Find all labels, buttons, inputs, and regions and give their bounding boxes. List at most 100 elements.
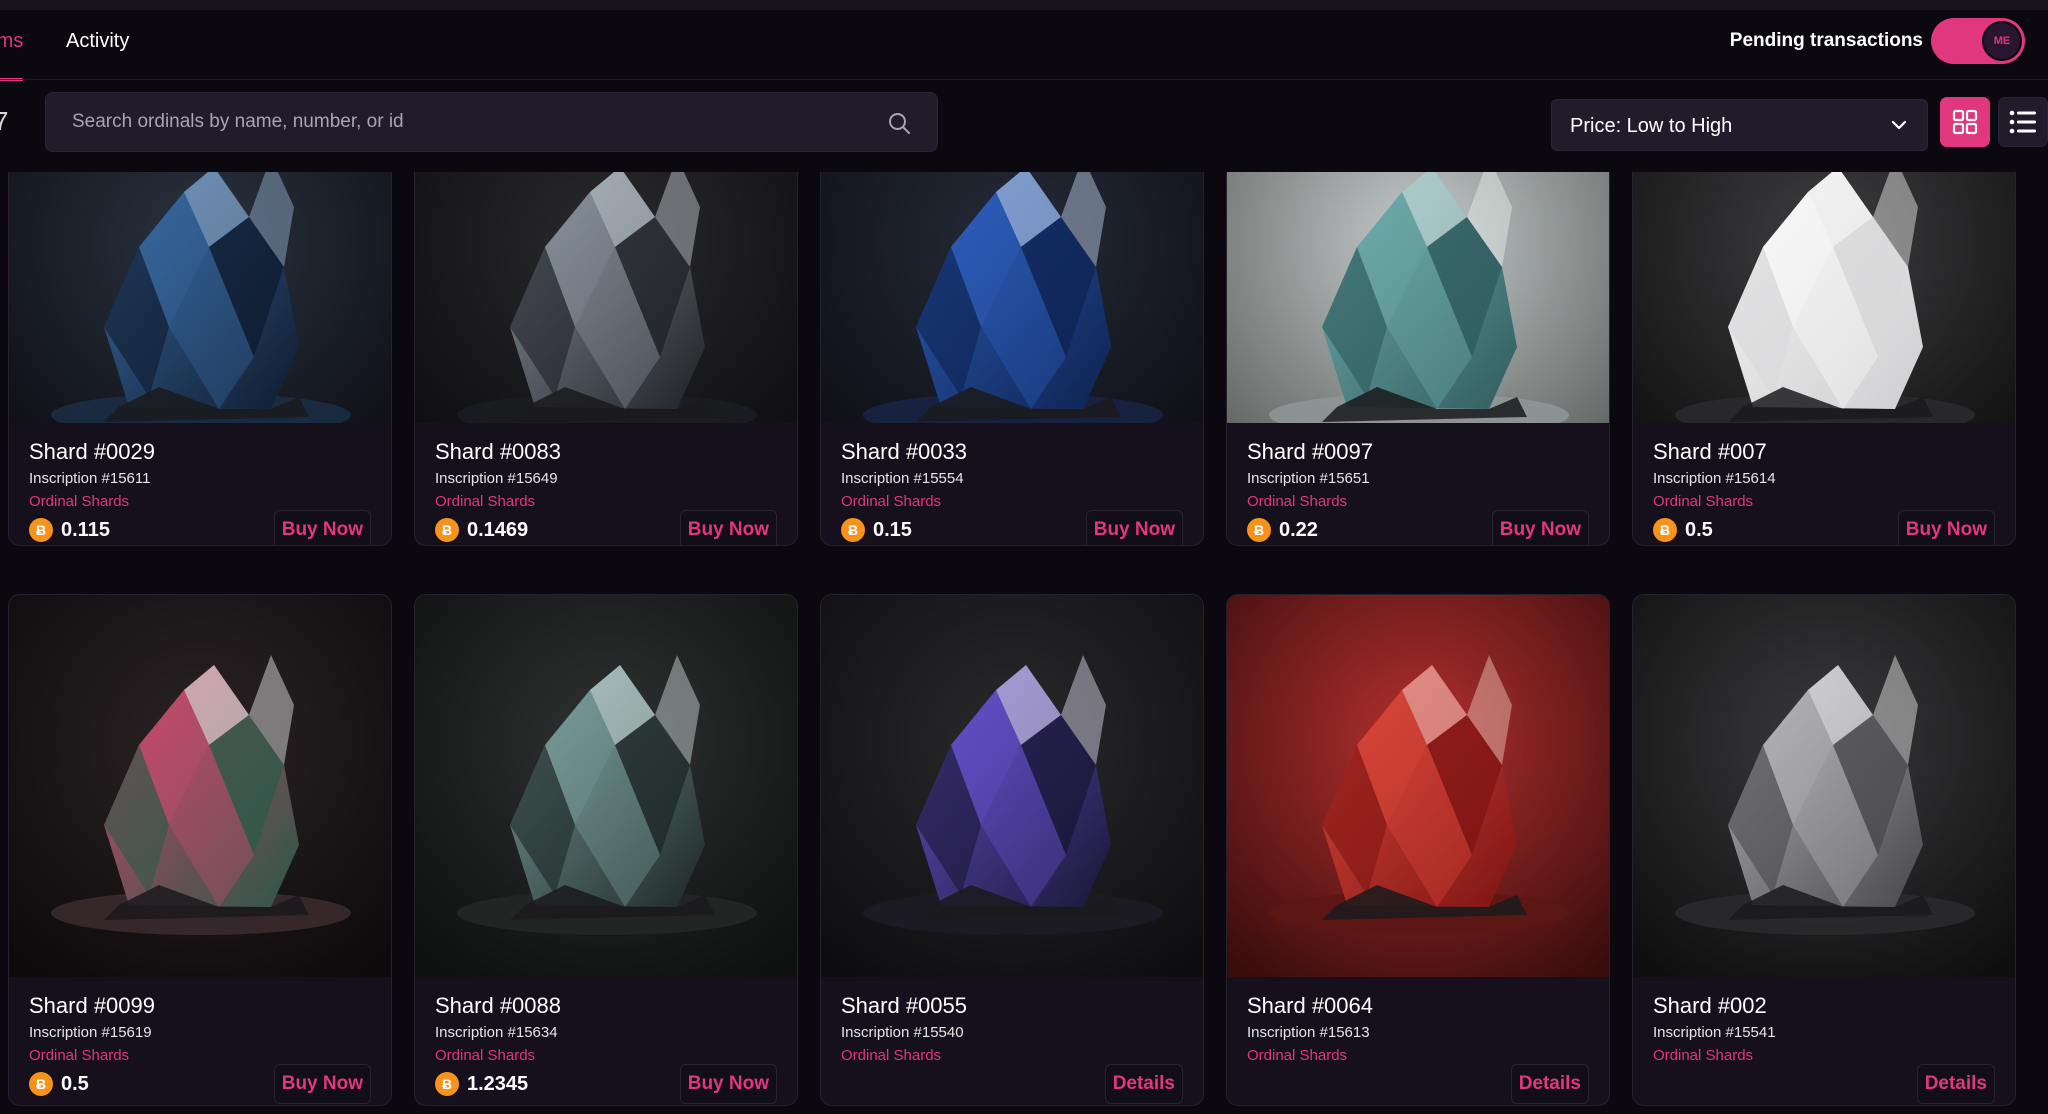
item-inscription: Inscription #15541 [1653,1024,1776,1041]
buy-now-button[interactable]: Buy Now [679,1064,777,1104]
item-title: Shard #0088 [435,993,561,1018]
item-collection-link[interactable]: Ordinal Shards [1653,1047,1995,1065]
item-collection-link[interactable]: Ordinal Shards [1653,493,1995,511]
item-info: Shard #0064 Inscription #15613 Ordinal Sha… [1247,993,1589,1065]
item-price: Ƀ 0.115 [29,518,110,542]
item-info: Shard #007 Inscription #15614 Ordinal Shar… [1653,439,1995,511]
item-title: Shard #0064 [1247,993,1373,1018]
item-footer: Ƀ 0.115 Buy Now [29,510,371,545]
item-inscription: Inscription #15651 [1247,470,1370,487]
item-card[interactable]: Shard #0033 Inscription #15554 Ordinal Sha… [820,172,1204,546]
item-footer: Ƀ 0.1469 Buy Now [435,510,777,545]
item-price: Ƀ 0.1469 [435,518,528,542]
list-view-button[interactable] [1998,97,2048,147]
bitcoin-icon: Ƀ [1247,518,1271,542]
item-inscription: Inscription #15619 [29,1024,152,1041]
magic-eden-logo-icon: ME [1982,21,2022,61]
tab-activity[interactable]: Activity [66,10,129,80]
tabs-divider [0,79,2048,80]
item-image[interactable] [415,595,797,977]
item-collection-link[interactable]: Ordinal Shards [841,493,1183,511]
item-collection-link[interactable]: Ordinal Shards [1247,1047,1589,1065]
sort-select[interactable]: Price: Low to High [1551,99,1928,151]
buy-now-button[interactable]: Buy Now [679,510,777,545]
tab-items[interactable]: tems [0,10,24,81]
item-title: Shard #0099 [29,993,155,1018]
item-image[interactable] [1227,595,1609,977]
filter-count-partial[interactable]: 7 [0,92,16,152]
item-grid: Shard #0029 Inscription #15611 Ordinal Sha… [0,172,2048,1114]
search-bar [45,92,938,152]
item-title: Shard #0083 [435,439,561,464]
search-icon[interactable] [887,111,911,135]
chevron-down-icon [1891,120,1907,130]
item-card[interactable]: Shard #0029 Inscription #15611 Ordinal Sha… [8,172,392,546]
item-title: Shard #0033 [841,439,967,464]
item-collection-link[interactable]: Ordinal Shards [435,493,777,511]
grid-icon [1952,109,1978,135]
pending-transactions-toggle[interactable]: ME [1931,18,2025,64]
buy-now-button[interactable]: Buy Now [1491,510,1589,545]
item-card[interactable]: Shard #0083 Inscription #15649 Ordinal Sha… [414,172,798,546]
item-title: Shard #0097 [1247,439,1373,464]
item-price-value: 0.115 [61,518,110,541]
item-inscription: Inscription #15611 [29,470,151,487]
item-image[interactable] [415,172,797,423]
item-image[interactable] [9,595,391,977]
details-button[interactable]: Details [1916,1064,1995,1104]
bitcoin-icon: Ƀ [435,1072,459,1096]
list-icon [2009,110,2036,134]
item-card[interactable]: Shard #0088 Inscription #15634 Ordinal Sha… [414,594,798,1106]
item-image[interactable] [1633,172,2015,423]
item-image[interactable] [821,595,1203,977]
item-card[interactable]: Shard #007 Inscription #15614 Ordinal Shar… [1632,172,2016,546]
buy-now-button[interactable]: Buy Now [273,510,371,545]
item-card[interactable]: Shard #002 Inscription #15541 Ordinal Shar… [1632,594,2016,1106]
tab-items-label: tems [0,30,24,52]
item-price: Ƀ 0.5 [1653,518,1713,542]
item-footer: Ƀ 0.15 Buy Now [841,510,1183,545]
item-footer: Details [1653,1064,1995,1104]
pending-transactions: Pending transactions ME [1730,10,2048,72]
item-inscription: Inscription #15614 [1653,470,1776,487]
details-button[interactable]: Details [1104,1064,1183,1104]
item-info: Shard #0088 Inscription #15634 Ordinal Sha… [435,993,777,1065]
item-inscription: Inscription #15613 [1247,1024,1370,1041]
search-input[interactable] [72,93,872,151]
item-footer: Ƀ 0.22 Buy Now [1247,510,1589,545]
buy-now-button[interactable]: Buy Now [1897,510,1995,545]
buy-now-button[interactable]: Buy Now [273,1064,371,1104]
grid-view-button[interactable] [1940,97,1990,147]
item-title: Shard #002 [1653,993,1767,1018]
item-collection-link[interactable]: Ordinal Shards [435,1047,777,1065]
item-card[interactable]: Shard #0055 Inscription #15540 Ordinal Sha… [820,594,1204,1106]
item-image[interactable] [1227,172,1609,423]
item-info: Shard #0029 Inscription #15611 Ordinal Sha… [29,439,371,511]
item-footer: Details [841,1064,1183,1104]
item-collection-link[interactable]: Ordinal Shards [1247,493,1589,511]
item-image[interactable] [9,172,391,423]
tab-activity-label: Activity [66,30,130,52]
sort-selected-label: Price: Low to High [1570,115,1733,137]
item-image[interactable] [821,172,1203,423]
item-info: Shard #0033 Inscription #15554 Ordinal Sha… [841,439,1183,511]
item-inscription: Inscription #15649 [435,470,558,487]
item-card[interactable]: Shard #0099 Inscription #15619 Ordinal Sha… [8,594,392,1106]
details-button[interactable]: Details [1510,1064,1589,1104]
item-price-value: 0.15 [873,518,912,541]
item-info: Shard #0097 Inscription #15651 Ordinal Sha… [1247,439,1589,511]
item-image[interactable] [1633,595,2015,977]
item-price-value: 0.5 [61,1072,89,1095]
item-collection-link[interactable]: Ordinal Shards [29,493,371,511]
item-card[interactable]: Shard #0064 Inscription #15613 Ordinal Sha… [1226,594,1610,1106]
buy-now-button[interactable]: Buy Now [1085,510,1183,545]
item-inscription: Inscription #15634 [435,1024,558,1041]
item-price-value: 0.1469 [467,518,529,541]
item-footer: Ƀ 0.5 Buy Now [29,1064,371,1104]
item-card[interactable]: Shard #0097 Inscription #15651 Ordinal Sha… [1226,172,1610,546]
item-price-value: 0.22 [1279,518,1318,541]
item-inscription: Inscription #15554 [841,470,964,487]
item-collection-link[interactable]: Ordinal Shards [841,1047,1183,1065]
item-price: Ƀ 0.22 [1247,518,1318,542]
item-collection-link[interactable]: Ordinal Shards [29,1047,371,1065]
